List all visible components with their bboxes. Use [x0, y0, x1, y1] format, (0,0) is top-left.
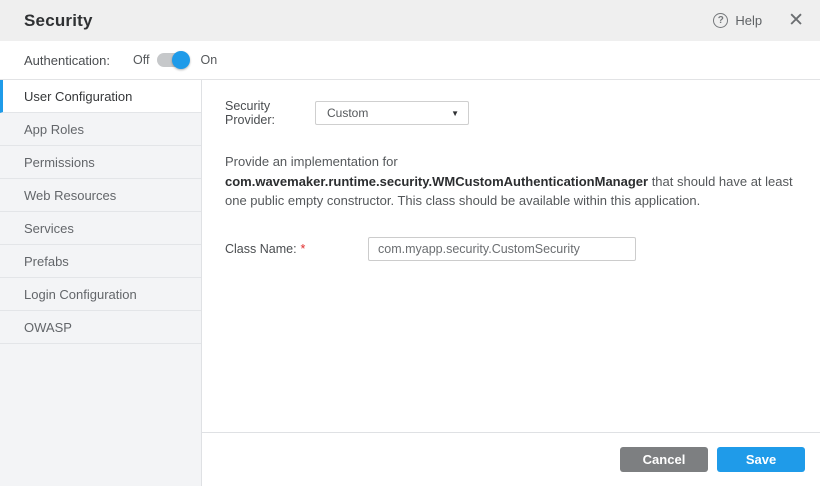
help-button[interactable]: ? Help — [713, 13, 762, 28]
close-icon[interactable]: ✕ — [788, 11, 804, 30]
provider-description: Provide an implementation for com.wavema… — [225, 152, 812, 211]
sidebar-item-login-configuration[interactable]: Login Configuration — [0, 278, 201, 311]
header-actions: ? Help ✕ — [713, 11, 804, 30]
class-name-label-wrap: Class Name: * — [225, 240, 368, 258]
class-name-input[interactable] — [368, 237, 636, 261]
class-name-row: Class Name: * — [225, 237, 812, 261]
body: User Configuration App Roles Permissions… — [0, 80, 820, 486]
security-provider-select[interactable]: Custom ▼ — [315, 101, 469, 125]
help-label: Help — [735, 13, 762, 28]
required-asterisk: * — [301, 242, 306, 256]
sidebar-item-permissions[interactable]: Permissions — [0, 146, 201, 179]
sidebar-item-web-resources[interactable]: Web Resources — [0, 179, 201, 212]
authentication-toggle[interactable] — [157, 53, 188, 67]
help-icon: ? — [713, 13, 728, 28]
sidebar-item-services[interactable]: Services — [0, 212, 201, 245]
save-button[interactable]: Save — [717, 447, 805, 472]
security-provider-label: Security Provider: — [225, 99, 315, 127]
main-panel: Security Provider: Custom ▼ Provide an i… — [202, 80, 820, 486]
sidebar-item-prefabs[interactable]: Prefabs — [0, 245, 201, 278]
security-provider-row: Security Provider: Custom ▼ — [225, 99, 812, 127]
authentication-label: Authentication: — [24, 53, 110, 68]
class-name-label: Class Name: — [225, 242, 297, 256]
page-title: Security — [24, 11, 93, 31]
toggle-off-label: Off — [133, 53, 149, 67]
authentication-bar: Authentication: Off On — [0, 41, 820, 80]
sidebar-item-app-roles[interactable]: App Roles — [0, 113, 201, 146]
cancel-button[interactable]: Cancel — [620, 447, 708, 472]
sidebar-item-user-configuration[interactable]: User Configuration — [0, 80, 201, 113]
user-configuration-content: Security Provider: Custom ▼ Provide an i… — [202, 80, 820, 432]
toggle-knob-icon — [172, 51, 190, 69]
chevron-down-icon: ▼ — [451, 109, 459, 118]
security-provider-value: Custom — [327, 106, 368, 120]
description-class-name: com.wavemaker.runtime.security.WMCustomA… — [225, 174, 648, 189]
toggle-on-label: On — [200, 53, 217, 67]
sidebar: User Configuration App Roles Permissions… — [0, 80, 202, 486]
footer-actions: Cancel Save — [202, 432, 820, 486]
sidebar-item-owasp[interactable]: OWASP — [0, 311, 201, 344]
description-part1: Provide an implementation for — [225, 154, 398, 169]
security-dialog-header: Security ? Help ✕ — [0, 0, 820, 41]
